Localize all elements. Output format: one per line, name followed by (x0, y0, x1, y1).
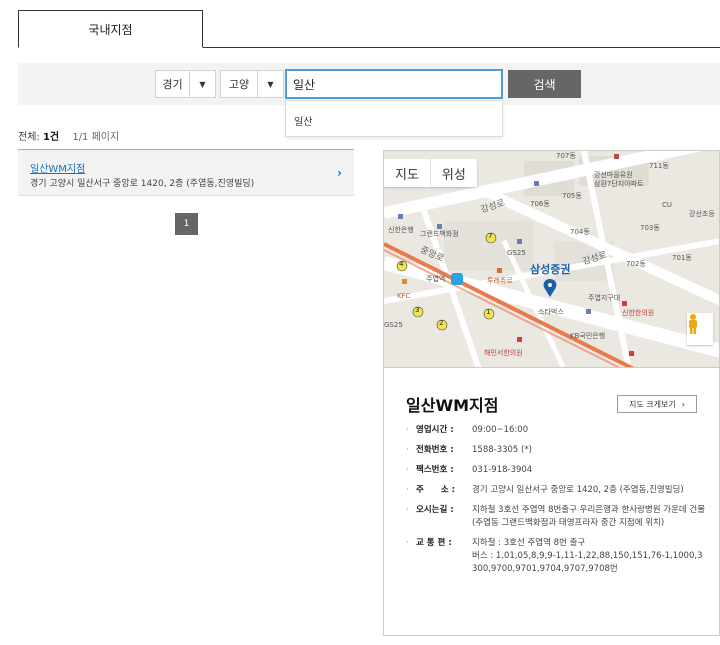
map-subway-exit-1: 1 (486, 308, 491, 316)
fax-label: 팩스번호 : (416, 465, 454, 475)
branch-details: · 영업시간 : 09:00~16:00 · 전화번호 : 1588-3305 … (406, 424, 706, 583)
province-select-value: 경기 (162, 78, 183, 91)
map-subway-exit-2: 2 (439, 319, 444, 327)
map-label-kb: KB국민은행 (570, 332, 606, 340)
map-type-map-button[interactable]: 지도 (384, 159, 431, 187)
map-label-b703: 703동 (640, 224, 660, 232)
map-label-gs25-b: GS25 (384, 321, 403, 329)
map-label-samsung: 삼성증권 (530, 263, 571, 276)
address-value: 경기 고양시 일산서구 중앙로 1420, 2층 (주엽동,진영빌딩) (472, 485, 684, 495)
total-label: 전체: (18, 132, 40, 143)
result-branch-name[interactable]: 일산WM지점 (30, 160, 85, 175)
bullet-icon: · (406, 445, 409, 455)
bullet-icon: · (406, 425, 409, 435)
fax-value: 031-918-3904 (472, 465, 533, 475)
phone-value: 1588-3305 (*) (472, 445, 532, 455)
bullet-icon: · (406, 465, 409, 475)
detail-row-transport: · 교 통 편 : 지하철 : 3호선 주엽역 8번 출구 버스 : 1,01,… (406, 537, 706, 576)
page-count: 1/1 페이지 (72, 132, 120, 143)
map-label-b702: 702동 (626, 260, 646, 268)
map-subway-exit-4: 4 (399, 260, 404, 268)
transport-bus: 버스 : 1,01,05,8,9,9-1,11-1,22,88,150,151,… (472, 551, 703, 574)
branch-title: 일산WM지점 (406, 396, 499, 415)
detail-row-directions: · 오시는길 : 지하철 3호선 주엽역 8번출구 우리은행과 한사랑병원 가운… (406, 504, 706, 530)
map-large-view-label: 지도 크게보기 (629, 399, 676, 409)
map-subway-exit-3: 3 (415, 306, 420, 314)
map-label-shinhan: 신한은행 (388, 226, 414, 234)
bullet-icon: · (406, 485, 409, 495)
bullet-icon: · (406, 538, 409, 548)
result-branch-address: 경기 고양시 일산서구 중앙로 1420, 2층 (주엽동,진영빌딩) (30, 179, 255, 189)
branch-info-card: 일산WM지점 지도 크게보기 › · 영업시간 : 09:00~16:00 · … (383, 368, 720, 636)
province-select[interactable]: 경기 ▼ (155, 70, 216, 98)
map-type-satellite-button[interactable]: 위성 (431, 159, 477, 187)
city-select-value: 고양 (228, 78, 250, 91)
map-label-haemin: 해민서한의원 (484, 349, 523, 357)
chevron-right-icon: › (681, 399, 685, 409)
caret-down-icon[interactable]: ▼ (257, 71, 283, 97)
map-label-kfc: KFC (397, 292, 411, 300)
map-label-gs25-a: GS25 (507, 249, 526, 257)
detail-row-phone: · 전화번호 : 1588-3305 (*) (406, 444, 706, 457)
pegman-icon[interactable] (687, 313, 713, 345)
directions-value: 지하철 3호선 주엽역 8번출구 우리은행과 한사랑병원 가운데 건물(주엽동 … (472, 505, 706, 528)
transport-subway: 지하철 : 3호선 주엽역 8번 출구 (472, 538, 586, 548)
hours-value: 09:00~16:00 (472, 425, 529, 435)
map-label-b704: 704동 (570, 228, 590, 236)
caret-down-icon[interactable]: ▼ (189, 71, 215, 97)
tab-bar: 국내지점 (18, 10, 720, 48)
map-label-shinhan-clinic: 신한한의원 (622, 309, 655, 317)
transport-value: 지하철 : 3호선 주엽역 8번 출구 버스 : 1,01,05,8,9,9-1… (472, 537, 706, 576)
map-label-twosome: 투레쥬르 (487, 277, 513, 285)
chevron-right-icon[interactable]: › (337, 166, 342, 180)
directions-label: 오시는길 : (416, 505, 454, 515)
address-label: 주 소 : (416, 485, 455, 495)
hours-label: 영업시간 : (416, 425, 454, 435)
map-label-b706: 706동 (530, 200, 550, 208)
map-label-b705: 705동 (562, 192, 582, 200)
map-large-view-button[interactable]: 지도 크게보기 › (617, 395, 697, 413)
phone-label: 전화번호 : (416, 445, 454, 455)
map-type-toggle: 지도 위성 (384, 159, 477, 187)
detail-row-address: · 주 소 : 경기 고양시 일산서구 중앙로 1420, 2층 (주엽동,진영… (406, 484, 706, 497)
autocomplete-suggestion[interactable]: 일산 (285, 100, 503, 137)
tab-domestic-branches[interactable]: 국내지점 (18, 10, 203, 48)
pagination-page-1[interactable]: 1 (175, 213, 198, 235)
map-label-b707: 707동 (556, 152, 576, 160)
total-count: 1건 (42, 132, 60, 143)
map-label-starbucks: 스타벅스 (538, 308, 564, 316)
search-button[interactable]: 검색 (508, 70, 581, 98)
results-summary: 전체: 1건 1/1 페이지 (18, 128, 119, 143)
map-label-gangseon-school: 강선초등 (689, 210, 715, 218)
detail-row-fax: · 팩스번호 : 031-918-3904 (406, 464, 706, 477)
list-item[interactable]: 일산WM지점 경기 고양시 일산서구 중앙로 1420, 2층 (주엽동,진영빌… (18, 149, 354, 196)
search-input[interactable] (285, 69, 503, 99)
detail-row-hours: · 영업시간 : 09:00~16:00 (406, 424, 706, 437)
map-label-cu: CU (662, 201, 673, 209)
map-label-b711: 711동 (649, 162, 669, 170)
branch-map[interactable]: 지도 위성 삼성증권 스타벅스 그랜드백화점 GS25 GS25 주엽역 투레쥬… (383, 150, 720, 368)
bullet-icon: · (406, 505, 409, 515)
map-label-juyeop-office: 주엽지구대 (588, 294, 621, 302)
map-label-gangseon-kinder: 강선마을유원 삼환7단지아파트 (594, 171, 644, 188)
map-subway-exit-7: 7 (488, 232, 493, 240)
map-label-juyeop-station: 주엽역 (426, 275, 446, 283)
map-label-grand-dept: 그랜드백화점 (420, 230, 459, 238)
city-select[interactable]: 고양 ▼ (220, 70, 284, 98)
transport-label: 교 통 편 : (416, 538, 452, 548)
search-bar: 경기 ▼ 고양 ▼ 검색 (18, 63, 720, 105)
map-label-b701: 701동 (672, 254, 692, 262)
